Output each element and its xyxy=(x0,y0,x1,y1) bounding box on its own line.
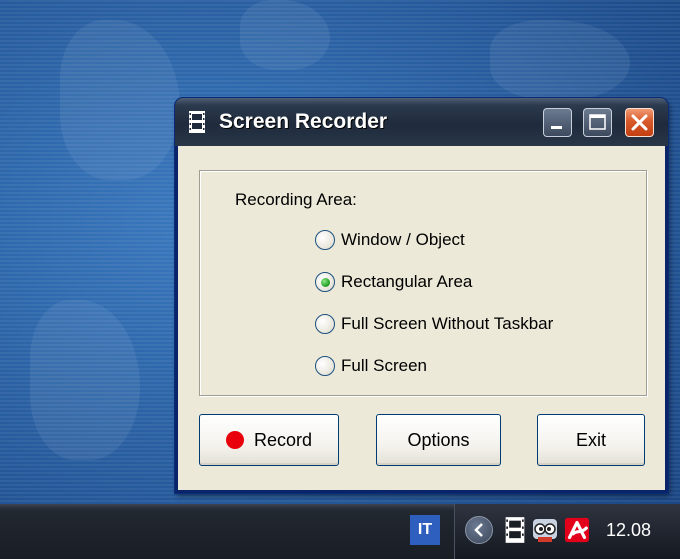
desktop-wallpaper-shape xyxy=(60,20,180,180)
radio-full-screen-without-taskbar[interactable]: Full Screen Without Taskbar xyxy=(315,312,553,336)
desktop-wallpaper-shape xyxy=(490,20,630,100)
minimize-icon xyxy=(551,126,562,129)
antivirus-tray-icon[interactable] xyxy=(564,516,590,544)
film-icon xyxy=(189,111,205,133)
options-button[interactable]: Options xyxy=(376,414,501,466)
monitor-tray-icon[interactable] xyxy=(532,516,558,544)
radio-button[interactable] xyxy=(315,230,335,250)
maximize-button[interactable] xyxy=(583,108,612,137)
window-client-area: Recording Area: Window / Object Rectangu… xyxy=(178,146,665,490)
radio-label: Full Screen Without Taskbar xyxy=(341,314,554,333)
radio-label: Window / Object xyxy=(341,230,465,249)
exit-button-label: Exit xyxy=(575,429,606,450)
screen-recorder-window: Screen Recorder Recording Area: Window /… xyxy=(175,98,668,493)
record-button-label: Record xyxy=(253,429,313,450)
close-button[interactable] xyxy=(625,108,654,137)
chevron-left-icon xyxy=(474,523,483,537)
minimize-button[interactable] xyxy=(543,108,572,137)
radio-button[interactable] xyxy=(315,314,335,334)
radio-button-selected[interactable] xyxy=(315,272,335,292)
close-icon xyxy=(631,114,648,131)
taskbar-clock[interactable]: 12.08 xyxy=(606,520,651,541)
title-bar[interactable]: Screen Recorder xyxy=(175,98,668,146)
radio-window-object[interactable]: Window / Object xyxy=(315,228,465,252)
desktop-wallpaper-shape xyxy=(30,300,140,460)
record-button[interactable]: Record xyxy=(199,414,339,466)
record-dot-icon xyxy=(225,431,244,449)
maximize-icon xyxy=(589,114,606,130)
options-button-label: Options xyxy=(407,429,470,450)
radio-label: Rectangular Area xyxy=(341,272,473,291)
film-tray-icon[interactable] xyxy=(502,516,528,544)
window-title: Screen Recorder xyxy=(219,110,388,133)
language-indicator[interactable]: IT xyxy=(410,515,440,545)
radio-label: Full Screen xyxy=(341,356,427,375)
show-hidden-icons-button[interactable] xyxy=(465,516,493,544)
desktop-wallpaper-shape xyxy=(240,0,330,70)
radio-full-screen[interactable]: Full Screen xyxy=(315,354,427,378)
exit-button[interactable]: Exit xyxy=(537,414,645,466)
radio-rectangular-area[interactable]: Rectangular Area xyxy=(315,270,472,294)
radio-selected-dot xyxy=(320,277,330,287)
recording-area-label: Recording Area: xyxy=(235,190,357,209)
radio-button[interactable] xyxy=(315,356,335,376)
